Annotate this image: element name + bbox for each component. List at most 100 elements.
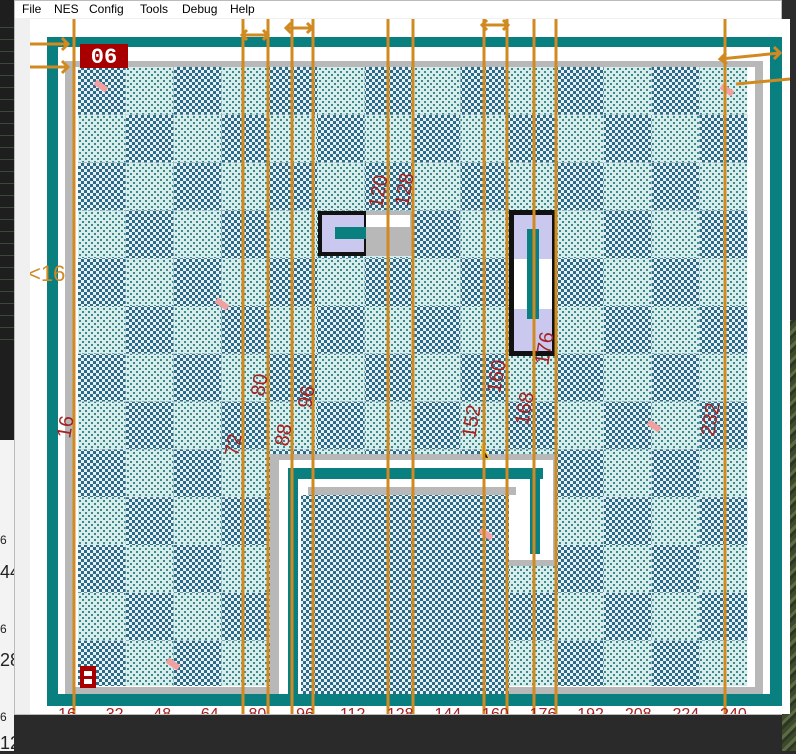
vertical-label: 88: [271, 422, 297, 448]
floor-tile: [508, 592, 556, 641]
scale-label: 224: [672, 706, 699, 714]
floor-tile: [125, 210, 174, 259]
scale-label: 48: [153, 706, 171, 714]
floor-tile: [603, 210, 652, 259]
floor-tile: [125, 114, 174, 163]
floor-tile: [699, 353, 748, 402]
floor-tile: [317, 67, 365, 115]
floor-tile: [78, 353, 126, 402]
floor-tile: [603, 449, 652, 498]
edge-text-1: 6: [0, 533, 7, 547]
vertical-label: 16: [53, 414, 79, 440]
vertical-label: 96: [294, 384, 320, 410]
floor-tile: [78, 306, 126, 354]
floor-tile: [603, 114, 652, 163]
floor-tile: [78, 258, 126, 306]
player-sprite: [80, 666, 96, 688]
game-board: 06 <16 1672808896120128152160168176232: [30, 19, 790, 714]
floor-tile: [556, 497, 604, 545]
floor-tile: [508, 67, 556, 115]
menu-tools[interactable]: Tools: [140, 1, 168, 17]
floor-tile: [78, 67, 126, 115]
floor-tile: [173, 306, 222, 354]
floor-tile: [412, 401, 461, 450]
menu-help[interactable]: Help: [230, 1, 255, 17]
floor-tile: [221, 497, 270, 545]
scale-label: 64: [201, 706, 219, 714]
obstacle-horizontal: [318, 211, 414, 256]
scale-label: 128: [387, 706, 414, 714]
edge-text-2: 44: [0, 562, 14, 582]
floor-tile: [556, 353, 604, 402]
floor-tile: [699, 114, 748, 163]
floor-tile: [78, 401, 126, 450]
floor-tile: [221, 67, 270, 115]
floor-tile: [173, 592, 222, 641]
menu-file[interactable]: File: [22, 1, 41, 17]
floor-tile: [125, 306, 174, 354]
floor-tile: [173, 497, 222, 545]
left-arrow-label: <16: [30, 261, 65, 286]
floor-tile: [221, 640, 270, 686]
floor-tile: [603, 162, 652, 211]
floor-tile: [651, 497, 700, 545]
floor-tile: [317, 162, 365, 211]
floor-tile: [603, 401, 652, 450]
scale-label: 32: [106, 706, 124, 714]
scale-label: 80: [249, 706, 267, 714]
floor-tile: [556, 640, 604, 686]
vertical-label: 80: [247, 372, 273, 398]
floor-tile: [556, 306, 604, 354]
floor-tile: [603, 353, 652, 402]
hud-counter-box: 06: [80, 44, 128, 70]
floor-tile: [221, 306, 270, 354]
floor-tile: [651, 67, 700, 115]
menu-config[interactable]: Config: [89, 1, 124, 17]
scale-label: 112: [340, 706, 366, 714]
floor-tile: [173, 545, 222, 593]
floor-tile: [508, 162, 556, 211]
floor-tile: [317, 401, 365, 450]
floor-tile: [556, 114, 604, 163]
edge-text-3: 6: [0, 622, 7, 636]
floor-tile: [125, 162, 174, 211]
game-screen[interactable]: 06 <16 16 72 80 88 96 120 128 152 160 16…: [30, 19, 790, 714]
floor-tile: [651, 592, 700, 641]
floor-tile: [125, 592, 174, 641]
floor-tile: [221, 162, 270, 211]
floor-tile: [556, 67, 604, 115]
floor-tile: [221, 545, 270, 593]
floor-tile: [317, 353, 365, 402]
floor-tile: [78, 449, 126, 498]
floor-tile: [556, 449, 604, 498]
floor-tile: [651, 545, 700, 593]
floor-tile: [412, 67, 461, 115]
floor-tile: [173, 449, 222, 498]
floor-tile: [699, 306, 748, 354]
floor-tile: [125, 640, 174, 686]
floor-tile: [78, 497, 126, 545]
floor-tile: [556, 162, 604, 211]
menu-debug[interactable]: Debug: [182, 1, 217, 17]
floor-tile: [651, 449, 700, 498]
floor-tile: [699, 210, 748, 259]
floor-tile: [603, 640, 652, 686]
menu-bar: File NES Config Tools Debug Help: [15, 1, 781, 18]
floor-tile: [651, 306, 700, 354]
floor-tile: [221, 258, 270, 306]
floor-tile: [651, 114, 700, 163]
floor-tile: [603, 306, 652, 354]
floor-tile: [412, 353, 461, 402]
menu-nes[interactable]: NES: [54, 1, 79, 17]
floor-tile: [508, 114, 556, 163]
floor-tile: [699, 497, 748, 545]
background-panel: [0, 440, 14, 751]
floor-tile: [125, 67, 174, 115]
floor-tile: [699, 162, 748, 211]
scale-label: 240: [720, 706, 747, 714]
floor-tile: [317, 258, 365, 306]
floor-tile: [78, 114, 126, 163]
scale-label: 96: [296, 706, 314, 714]
floor-tile: [317, 114, 365, 163]
floor-tile: [603, 67, 652, 115]
